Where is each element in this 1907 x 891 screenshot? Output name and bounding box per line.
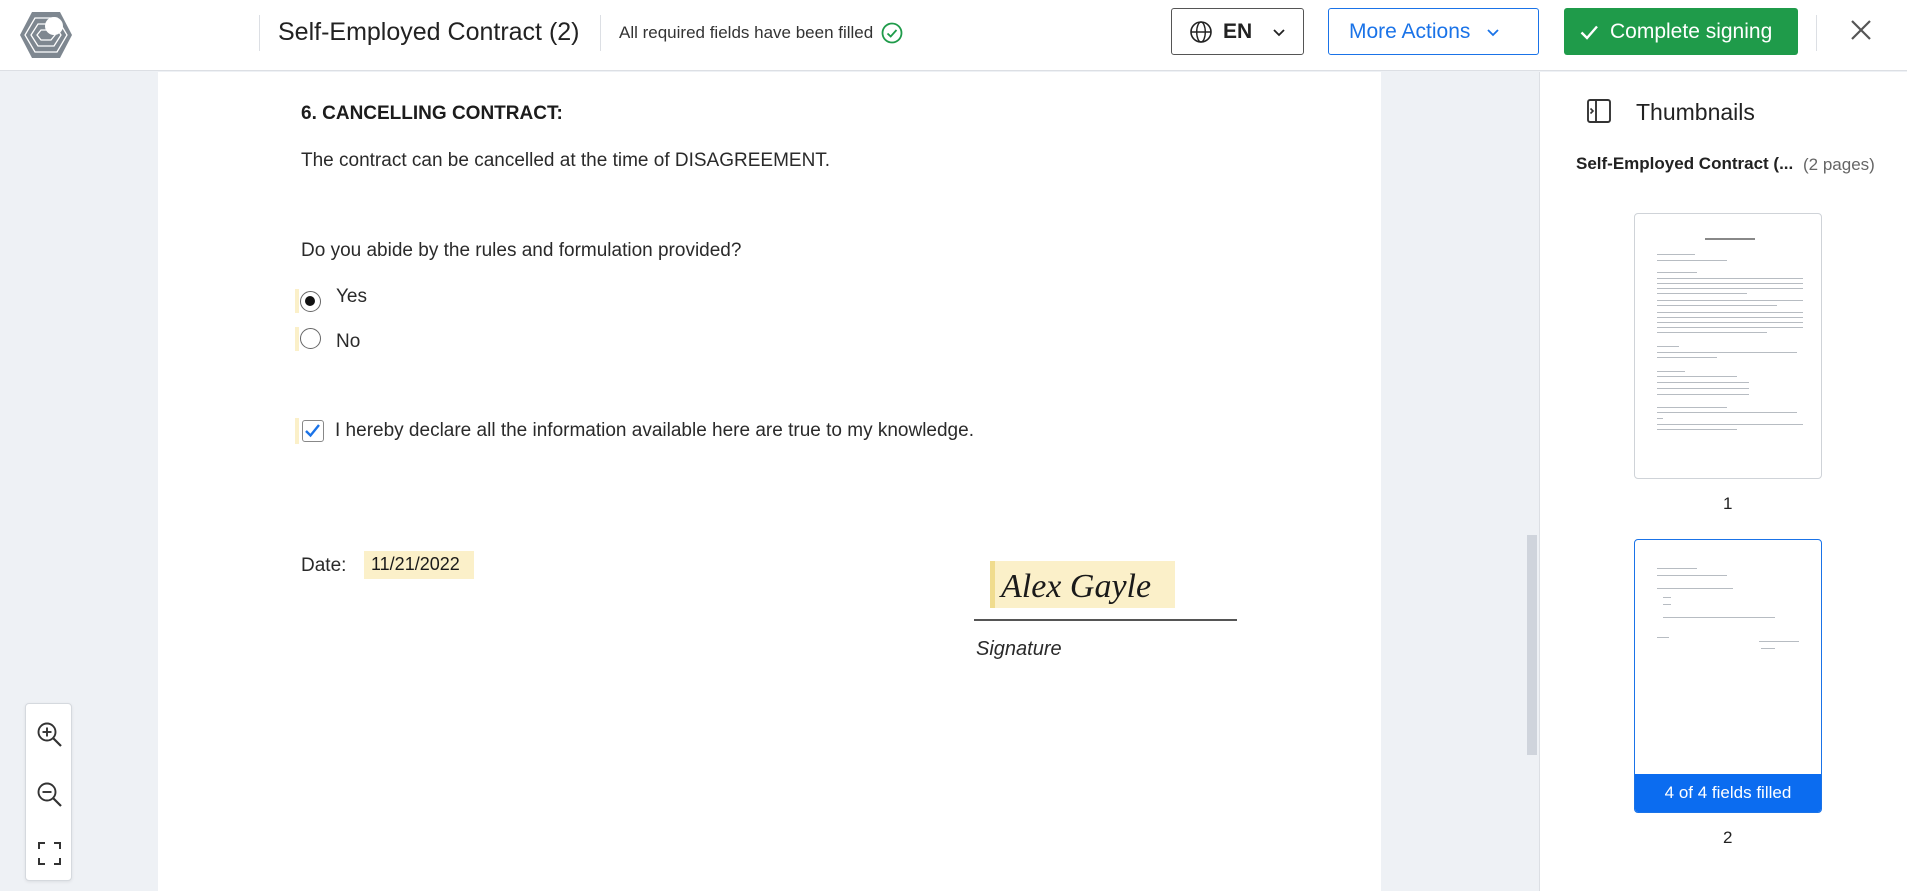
- top-bar: Self-Employed Contract (2) All required …: [0, 0, 1907, 71]
- declaration-checkbox[interactable]: [302, 420, 324, 442]
- globe-icon: [1190, 20, 1212, 43]
- signature-caption: Signature: [976, 638, 1062, 660]
- thumbnail-page-number: 1: [1723, 494, 1733, 513]
- radio-no-label: No: [336, 331, 361, 352]
- language-label: EN: [1223, 19, 1253, 43]
- zoom-in-icon[interactable]: [36, 721, 63, 748]
- radio-yes[interactable]: [300, 291, 321, 312]
- divider: [600, 15, 601, 51]
- thumbnail-page-1[interactable]: [1634, 213, 1822, 479]
- close-icon[interactable]: [1848, 17, 1874, 43]
- section-heading: 6. CANCELLING CONTRACT:: [301, 103, 563, 124]
- status-text: All required fields have been filled: [619, 23, 874, 42]
- radio-no[interactable]: [300, 328, 321, 349]
- zoom-out-icon[interactable]: [36, 781, 63, 808]
- more-actions-button[interactable]: More Actions: [1328, 8, 1539, 55]
- thumbnail-page-number: 2: [1723, 828, 1733, 847]
- date-field[interactable]: 11/21/2022: [364, 551, 474, 579]
- checkmark-icon: [305, 424, 320, 438]
- signature-line: [974, 619, 1237, 621]
- field-marker: [295, 289, 299, 313]
- zoom-toolbar: [25, 703, 72, 881]
- panel-toggle-icon[interactable]: [1586, 98, 1612, 124]
- signature-field[interactable]: Alex Gayle: [990, 561, 1175, 608]
- thumbnail-doc-name: Self-Employed Contract (...: [1576, 154, 1794, 173]
- fields-filled-badge: 4 of 4 fields filled: [1635, 774, 1821, 812]
- panel-title: Thumbnails: [1636, 99, 1755, 125]
- divider: [259, 15, 260, 51]
- thumbnail-page-count: (2 pages): [1803, 155, 1875, 174]
- field-marker: [295, 418, 299, 444]
- divider: [1816, 15, 1817, 51]
- more-actions-label: More Actions: [1349, 19, 1471, 43]
- fields-status: All required fields have been filled: [619, 22, 903, 44]
- question-text: Do you abide by the rules and formulatio…: [301, 240, 742, 261]
- radio-yes-label: Yes: [336, 286, 367, 307]
- complete-signing-button[interactable]: Complete signing: [1564, 8, 1798, 55]
- fullscreen-icon[interactable]: [36, 840, 63, 867]
- document-title: Self-Employed Contract (2): [278, 18, 580, 46]
- check-circle-icon: [881, 22, 903, 44]
- checkmark-icon: [1580, 25, 1598, 40]
- thumbnail-page-2[interactable]: 4 of 4 fields filled: [1634, 539, 1822, 813]
- signature-image: Alex Gayle: [999, 568, 1151, 605]
- language-selector[interactable]: EN: [1171, 8, 1304, 55]
- scrollbar-thumb[interactable]: [1527, 535, 1537, 755]
- chevron-down-icon: [1487, 28, 1500, 36]
- cancel-clause-text: The contract can be cancelled at the tim…: [301, 150, 831, 171]
- app-logo-icon: [20, 12, 72, 58]
- complete-signing-label: Complete signing: [1610, 19, 1773, 43]
- document-page: [158, 72, 1381, 891]
- field-marker: [295, 327, 299, 351]
- chevron-down-icon: [1273, 28, 1285, 36]
- declaration-text: I hereby declare all the information ava…: [335, 420, 974, 441]
- date-label: Date:: [301, 555, 347, 576]
- svg-text:Alex Gayle: Alex Gayle: [999, 568, 1151, 605]
